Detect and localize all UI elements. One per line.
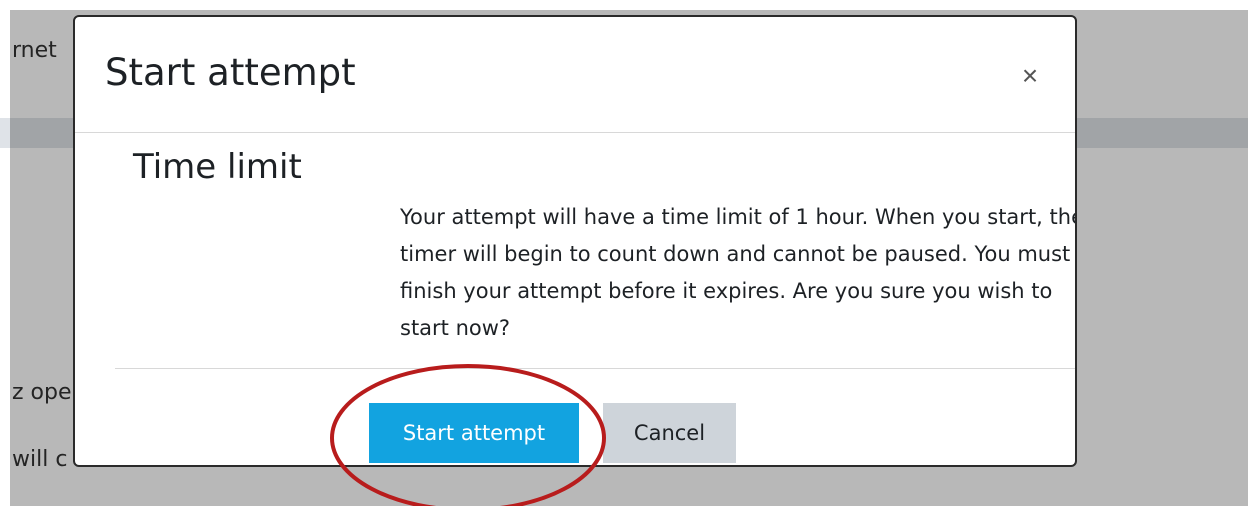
dialog-header: Start attempt × — [75, 17, 1075, 133]
close-icon[interactable]: × — [1015, 61, 1045, 91]
dialog-title: Start attempt — [105, 51, 356, 94]
cancel-button[interactable]: Cancel — [603, 403, 736, 463]
footer-divider — [115, 368, 1075, 369]
start-attempt-button[interactable]: Start attempt — [369, 403, 579, 463]
dialog-message: Your attempt will have a time limit of 1… — [400, 205, 1077, 340]
start-attempt-dialog: Start attempt × Time limit Your attempt … — [73, 15, 1077, 467]
section-heading: Time limit — [133, 147, 302, 187]
